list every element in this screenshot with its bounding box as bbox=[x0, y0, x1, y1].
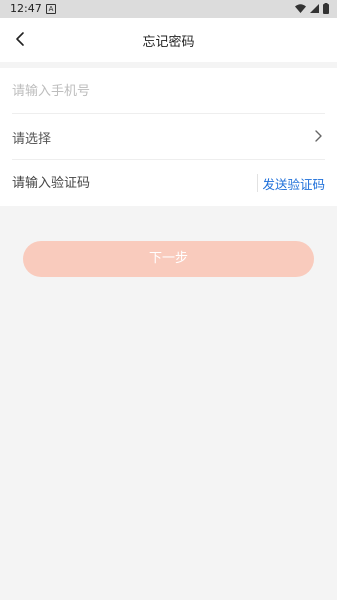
send-code-button[interactable]: 发送验证码 bbox=[262, 174, 325, 193]
a-notification-icon: A bbox=[46, 4, 56, 14]
phone-row bbox=[12, 68, 325, 114]
signal-icon bbox=[310, 4, 319, 13]
status-icons bbox=[295, 3, 329, 14]
battery-icon bbox=[323, 3, 329, 14]
divider bbox=[257, 174, 258, 192]
wifi-icon bbox=[295, 4, 306, 13]
status-bar: 12:47 A bbox=[0, 0, 337, 18]
select-row[interactable]: 请选择 bbox=[12, 114, 325, 160]
chevron-right-icon bbox=[315, 130, 322, 142]
verification-code-row: 发送验证码 bbox=[12, 160, 325, 205]
phone-input[interactable] bbox=[12, 80, 312, 102]
select-label: 请选择 bbox=[12, 132, 52, 147]
next-button[interactable]: 下一步 bbox=[23, 241, 314, 277]
status-time: 12:47 bbox=[10, 2, 42, 15]
form-card: 请选择 发送验证码 bbox=[0, 68, 337, 206]
verification-code-input[interactable] bbox=[12, 172, 242, 194]
page-title: 忘记密码 bbox=[142, 35, 195, 50]
app-header: 忘记密码 bbox=[0, 18, 337, 62]
